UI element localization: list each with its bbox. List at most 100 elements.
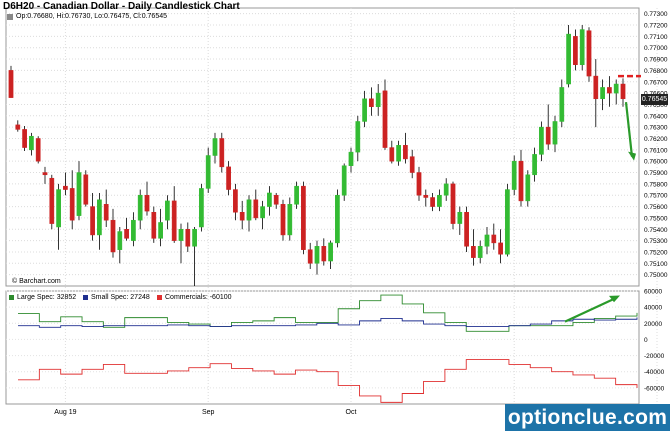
candle-body	[369, 98, 374, 107]
candle-body	[178, 229, 184, 241]
candle-body	[321, 246, 327, 262]
price-panel-frame	[5, 7, 640, 287]
candle-body	[566, 33, 571, 85]
candle-body	[396, 145, 401, 162]
candle-body	[49, 177, 55, 224]
candle-body	[171, 200, 177, 241]
candle-body	[518, 160, 524, 202]
candle-body	[192, 229, 197, 247]
candle-body	[144, 194, 150, 212]
candle-body	[226, 166, 231, 190]
price-tick-label: 0.76000	[644, 159, 668, 166]
candle-body	[505, 189, 510, 255]
candle-body	[301, 185, 306, 250]
legend-swatch-commercials	[157, 294, 162, 300]
candle-body	[294, 185, 299, 205]
candle-body	[600, 87, 605, 100]
legend-small-spec: Small Spec: 27248	[83, 294, 150, 301]
candle-body	[430, 197, 435, 207]
candle-body	[498, 242, 503, 255]
chart-svg: 0.75000 0.75100 0.75200 0.75300 0.75400 0.755…	[5, 7, 668, 416]
candle-body	[233, 189, 238, 213]
candle-body	[29, 135, 34, 151]
cot-tick-label: 60000	[644, 289, 662, 296]
candle-body	[124, 229, 129, 239]
price-tick-label: 0.75200	[644, 249, 668, 256]
candle-body	[314, 246, 320, 264]
price-tick-label: 0.75300	[644, 238, 668, 245]
legend-commercials: Commercials: -60100	[157, 294, 232, 301]
candle-body	[76, 172, 82, 216]
last-price-tag: 0.76545	[641, 93, 668, 105]
candle-body	[15, 124, 21, 130]
candle-body	[246, 199, 252, 221]
candle-body	[205, 155, 211, 189]
candle-body	[355, 121, 361, 153]
candle-body	[165, 200, 170, 221]
candle-body	[69, 188, 75, 221]
candle-body	[477, 246, 483, 258]
legend-swatch-small-spec	[83, 294, 88, 300]
candle-body	[375, 92, 381, 107]
brand-banner: optionclue.com	[505, 404, 670, 431]
price-axis: 0.75000 0.75100 0.75200 0.75300 0.75400 0.755…	[644, 11, 668, 279]
candle-body	[8, 70, 14, 98]
candle-body	[42, 172, 48, 176]
candle-body	[464, 211, 469, 247]
candle-body	[185, 229, 191, 247]
candle-body	[437, 194, 442, 207]
candle-body	[471, 246, 476, 258]
price-tick-label: 0.76900	[644, 57, 668, 64]
candle-body	[97, 199, 102, 236]
legend-label-large-spec: Large Spec: 32852	[17, 294, 77, 301]
date-tick-label: Sep	[202, 409, 215, 416]
candle-body	[443, 183, 449, 196]
candle-body	[103, 204, 109, 221]
candle-body	[90, 206, 95, 236]
candle-body	[63, 185, 68, 190]
candle-body	[328, 242, 333, 262]
candle-body	[22, 129, 27, 148]
price-tick-label: 0.75600	[644, 204, 668, 211]
candle-body	[362, 98, 367, 122]
candle-body	[151, 211, 157, 239]
price-tick-label: 0.77200	[644, 23, 668, 30]
candle-body	[131, 219, 136, 241]
candle-body	[423, 194, 429, 198]
candle-body	[56, 189, 61, 228]
price-tick-label: 0.77000	[644, 45, 668, 52]
price-tick-label: 0.77100	[644, 34, 668, 41]
candle-body	[403, 145, 408, 160]
candle-body	[307, 249, 313, 264]
candle-body	[35, 138, 41, 162]
candle-body	[267, 192, 272, 207]
candle-body	[253, 199, 259, 219]
candle-body	[532, 154, 537, 176]
ohlc-readout: Op:0.76680, Hi:0.76730, Lo:0.76475, Cl:0…	[16, 13, 168, 20]
price-tick-label: 0.75400	[644, 227, 668, 234]
candle-body	[382, 90, 388, 148]
candle-body	[613, 83, 619, 94]
candle-body	[484, 234, 490, 247]
candle-body	[593, 75, 599, 100]
candle-body	[110, 219, 116, 253]
candle-body	[539, 126, 544, 155]
candle-body	[212, 138, 218, 156]
candle-body	[573, 36, 578, 65]
price-tick-label: 0.75700	[644, 193, 668, 200]
candle-body	[348, 151, 354, 166]
chart-title: D6H20 - Canadian Dollar - Daily Candlest…	[3, 1, 240, 12]
cot-tick-label: -40000	[644, 369, 665, 376]
candle-body	[607, 87, 612, 94]
price-tick-label: 0.76300	[644, 125, 668, 132]
price-tick-label: 0.76200	[644, 136, 668, 143]
candle-body	[389, 147, 395, 162]
candle-body	[545, 126, 551, 145]
candle-body	[586, 30, 592, 77]
candle-body	[273, 194, 279, 205]
price-tick-label: 0.76800	[644, 68, 668, 75]
cot-tick-label: 0	[644, 337, 648, 344]
price-tick-label: 0.75000	[644, 272, 668, 279]
price-tick-label: 0.77300	[644, 11, 668, 18]
legend-label-small-spec: Small Spec: 27248	[91, 294, 150, 301]
